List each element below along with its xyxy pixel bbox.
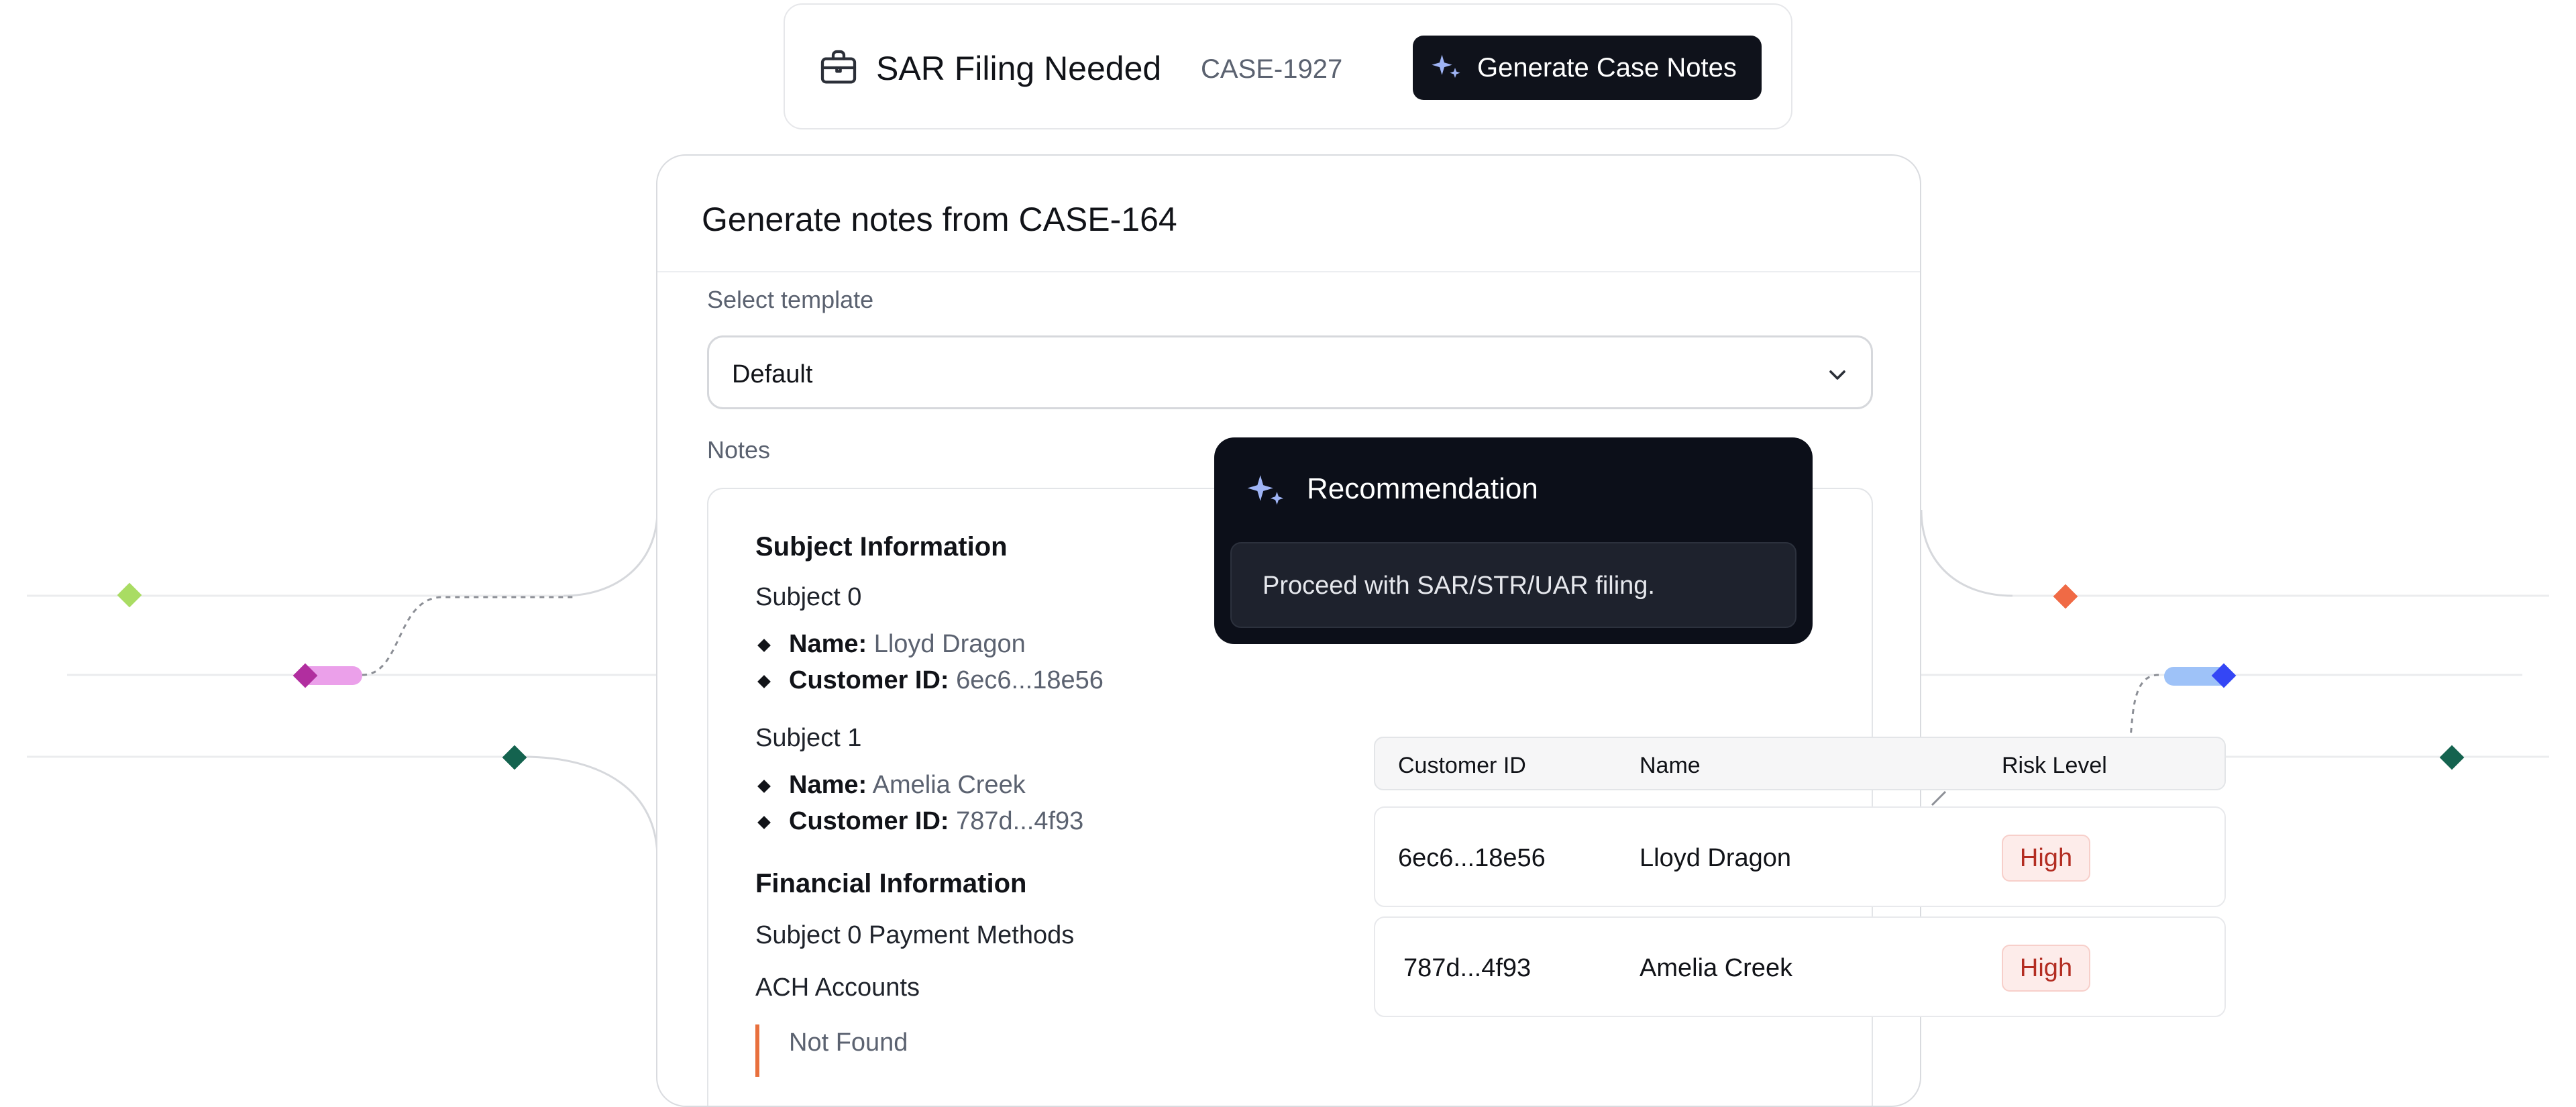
column-header-name: Name [1640, 753, 1701, 778]
quote-bar [755, 1024, 759, 1077]
sparkle-icon [1432, 54, 1460, 78]
sparkle-icon [1247, 475, 1284, 505]
chevron-down-icon [1829, 370, 1845, 380]
node-orange [2053, 584, 2078, 609]
subject-information-heading: Subject Information [755, 532, 1008, 562]
table-header: Customer ID Name Risk Level [1374, 737, 2226, 790]
select-template-label: Select template [707, 286, 874, 313]
case-header: SAR Filing Needed CASE-1927 Generate Cas… [784, 3, 1792, 129]
bullet-icon [757, 675, 771, 688]
cell-customer-id: 787d...4f93 [1403, 954, 1532, 982]
case-title: SAR Filing Needed [876, 50, 1162, 87]
subject-1-label: Subject 1 [755, 724, 862, 752]
dialog-divider [657, 271, 1920, 272]
node-teal-left [502, 745, 527, 770]
bullet-icon [757, 780, 771, 793]
subject-0-label: Subject 0 [755, 583, 862, 611]
bullet-icon [757, 639, 771, 652]
subject-1-customer-id: Customer ID: 787d...4f93 [789, 807, 1084, 835]
template-select-value: Default [732, 360, 813, 388]
column-header-customer-id: Customer ID [1398, 753, 1526, 778]
ach-accounts-heading: ACH Accounts [755, 973, 920, 1002]
subject-1-name: Name: Amelia Creek [789, 771, 1026, 799]
case-id: CASE-1927 [1201, 54, 1343, 84]
financial-information-heading: Financial Information [755, 869, 1027, 898]
cell-name: Lloyd Dragon [1640, 844, 1792, 872]
bullet-icon [757, 816, 771, 829]
generate-case-notes-label: Generate Case Notes [1477, 52, 1737, 83]
risk-badge: High [2002, 835, 2090, 882]
column-header-risk-level: Risk Level [2002, 753, 2107, 778]
briefcase-icon [820, 50, 857, 84]
template-select[interactable]: Default [707, 335, 1873, 409]
recommendation-box: Proceed with SAR/STR/UAR filing. [1230, 542, 1796, 628]
table-row[interactable]: 6ec6...18e56 Lloyd Dragon High [1374, 806, 2226, 907]
cell-name: Amelia Creek [1640, 954, 1793, 982]
notes-label: Notes [707, 436, 771, 464]
subject-0-name: Name: Lloyd Dragon [789, 630, 1026, 658]
subject-0-customer-id: Customer ID: 6ec6...18e56 [789, 666, 1104, 694]
recommendation-text: Proceed with SAR/STR/UAR filing. [1263, 572, 1655, 600]
cell-customer-id: 6ec6...18e56 [1398, 844, 1546, 872]
node-lime [117, 582, 142, 608]
risk-badge: High [2002, 945, 2090, 992]
recommendation-popover: Recommendation Proceed with SAR/STR/UAR … [1214, 437, 1813, 644]
ach-accounts-value: Not Found [789, 1029, 908, 1057]
payment-methods-label: Subject 0 Payment Methods [755, 921, 1075, 949]
recommendation-title: Recommendation [1307, 472, 1538, 505]
generate-case-notes-button[interactable]: Generate Case Notes [1413, 36, 1762, 100]
table-row[interactable]: 787d...4f93 Amelia Creek High [1374, 916, 2226, 1017]
dialog-title: Generate notes from CASE-164 [702, 201, 1177, 238]
node-teal-right [2439, 745, 2465, 770]
